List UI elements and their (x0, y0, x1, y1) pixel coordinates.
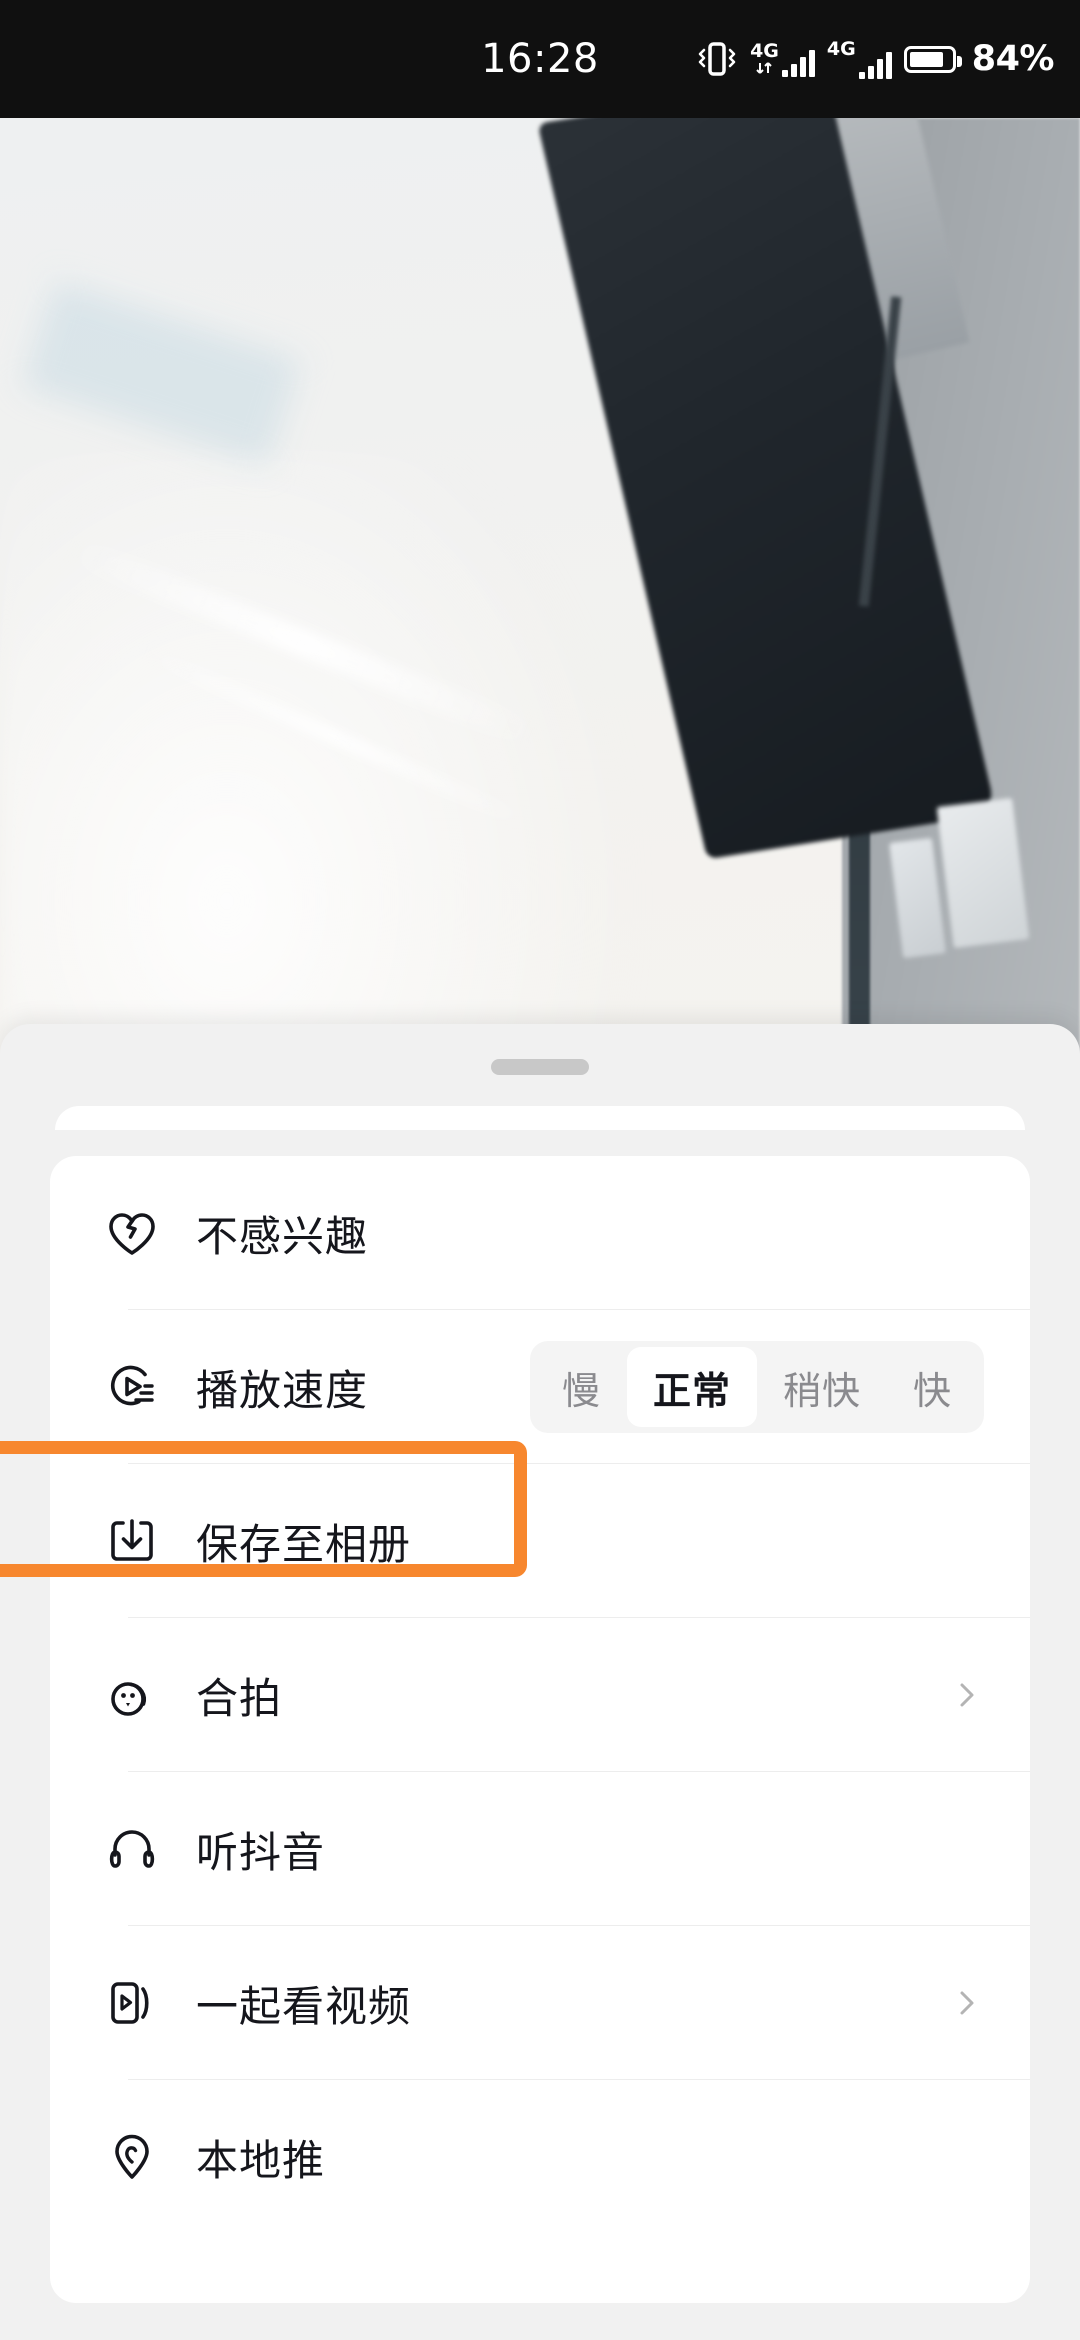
menu-item-local-promotion[interactable]: 本地推 (50, 2080, 1030, 2234)
signal-4g-icon: 4G (826, 37, 892, 79)
menu-item-watch-together[interactable]: 一起看视频 (50, 1926, 1030, 2080)
data-arrows-icon (756, 61, 773, 74)
options-bottom-sheet: 不感兴趣 播放速度 慢 正常 稍快 快 保存至相册 合拍 听抖音 一起看视频 本… (0, 1024, 1080, 2340)
menu-item-save-to-album[interactable]: 保存至相册 (50, 1464, 1030, 1618)
status-bar: 16:28 4G 4G 84% (0, 0, 1080, 118)
chevron-right-icon (950, 1986, 984, 2020)
location-pin-icon (102, 2127, 162, 2187)
vibrate-icon (696, 39, 738, 79)
light-streak-3 (21, 280, 303, 467)
playback-speed-icon (102, 1357, 162, 1417)
status-bar-icons: 4G 4G 84% (696, 0, 1055, 118)
chevron-right-icon (950, 1678, 984, 1712)
menu-item-label: 不感兴趣 (196, 1211, 369, 1261)
menu-card: 不感兴趣 播放速度 慢 正常 稍快 快 保存至相册 合拍 听抖音 一起看视频 本… (50, 1156, 1030, 2303)
battery-icon (903, 45, 962, 73)
menu-item-label: 播放速度 (196, 1365, 369, 1415)
speed-option-slow[interactable]: 慢 (536, 1347, 627, 1427)
menu-item-listen-douyin[interactable]: 听抖音 (50, 1772, 1030, 1926)
menu-item-label: 一起看视频 (196, 1981, 412, 2031)
download-icon (102, 1511, 162, 1571)
watch-together-icon (102, 1973, 162, 2033)
signal-4g-data-icon: 4G (750, 39, 815, 77)
menu-item-playback-speed[interactable]: 播放速度 慢 正常 稍快 快 (50, 1310, 1030, 1464)
drag-handle[interactable] (491, 1059, 589, 1075)
signal-4g-label: 4G (826, 37, 856, 60)
broken-heart-icon (102, 1203, 162, 1263)
menu-item-label: 听抖音 (196, 1827, 326, 1877)
speed-option-normal[interactable]: 正常 (626, 1347, 757, 1427)
playback-speed-selector[interactable]: 慢 正常 稍快 快 (529, 1341, 984, 1433)
duet-faces-icon (102, 1665, 162, 1725)
peek-card-above (55, 1106, 1025, 1130)
signal-bars-icon (781, 47, 815, 77)
signal-4g-data-label: 4G (750, 39, 779, 62)
battery-percent-label: 84% (971, 39, 1055, 79)
signal-bars-icon-2 (858, 49, 892, 79)
headphones-icon (102, 1819, 162, 1879)
menu-item-label: 保存至相册 (196, 1519, 412, 1569)
menu-item-label: 本地推 (196, 2135, 326, 2185)
speed-option-slightly-fast[interactable]: 稍快 (757, 1347, 887, 1427)
menu-item-duet[interactable]: 合拍 (50, 1618, 1030, 1772)
menu-item-label: 合拍 (196, 1673, 283, 1723)
speed-option-fast[interactable]: 快 (887, 1347, 978, 1427)
menu-item-not-interested[interactable]: 不感兴趣 (50, 1156, 1030, 1310)
